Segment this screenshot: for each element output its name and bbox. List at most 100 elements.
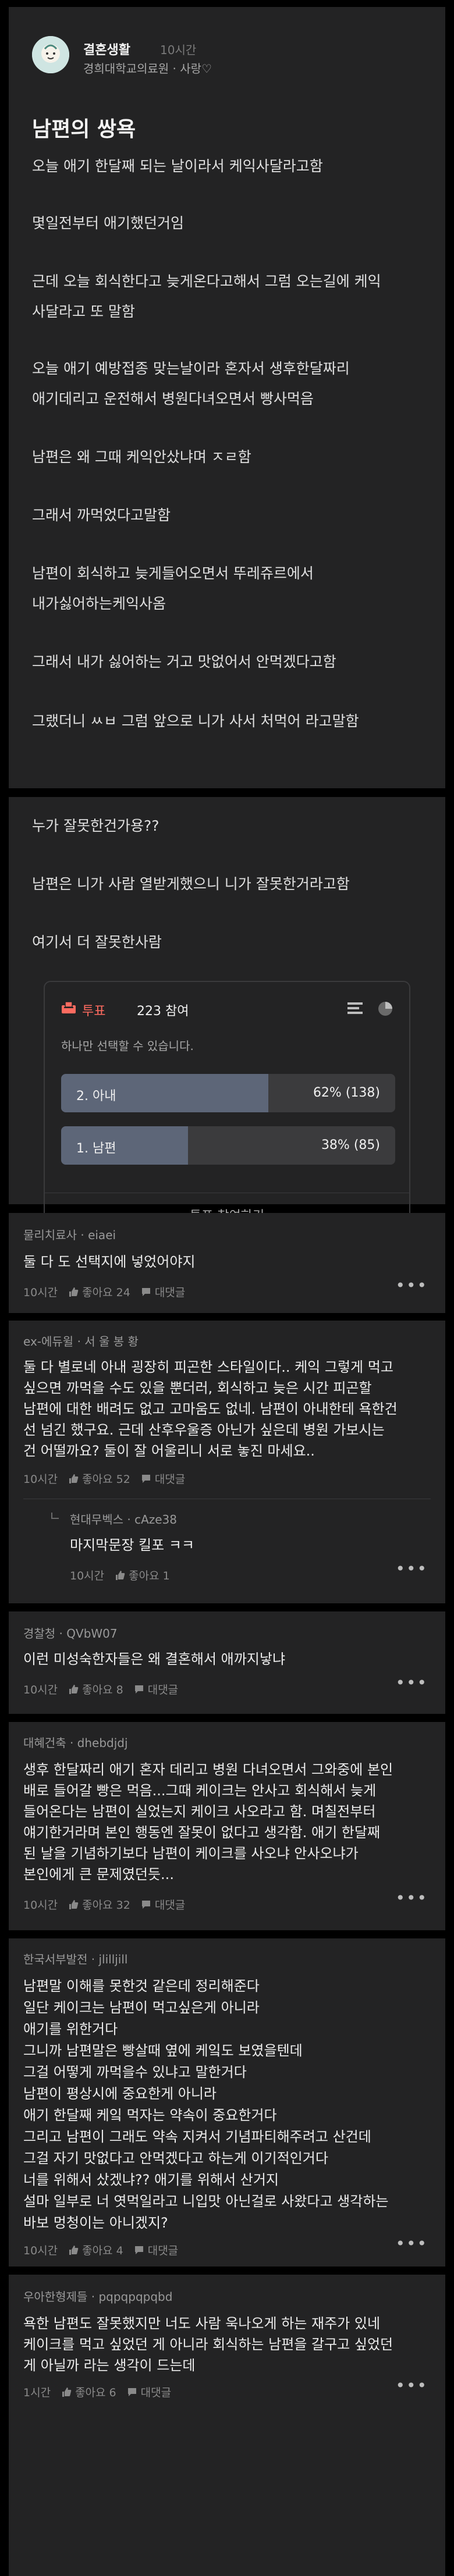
poll: 투표 223 참여 하나만 선택할 수 있습니다. 2. 아내 62% (138…	[44, 981, 410, 1239]
comment-card: 경찰청 · QVbW07 이런 미성숙한자들은 왜 결혼해서 애까지낳냐 10시…	[9, 1611, 445, 1714]
comment-card: 물리치료사 · eiaei 둘 다 도 선택지에 넣었어야지 10시간 좋아요 …	[9, 1213, 445, 1313]
reply-button[interactable]: 대댓글	[141, 2384, 171, 2400]
question-card: 누가 잘못한건가용?? 남편은 니가 사람 열받게했으니 니가 잘못한거라고함 …	[9, 797, 445, 1239]
reply-button[interactable]: 대댓글	[148, 2242, 178, 2258]
post-body-line: 남편은 왜 그때 케익안샀냐며 ㅈㄹ함	[32, 449, 251, 465]
comment-text: 둘 다 별로네 아내 굉장히 피곤한 스타일이다.. 케익 그렇게 먹고	[23, 1359, 393, 1375]
author-name[interactable]: 결혼생활	[83, 40, 130, 58]
reply-button[interactable]: 대댓글	[155, 1284, 185, 1300]
poll-note: 하나만 선택할 수 있습니다.	[61, 1039, 194, 1053]
comment-text: 너를 위해서 샀겠냐?? 애기를 위해서 산거지	[23, 2172, 279, 2188]
comment-card: ex-에듀윌 · 서 울 봉 황 둘 다 별로네 아내 굉장히 피곤한 스타일이…	[9, 1321, 445, 1603]
comment-meta[interactable]: 물리치료사 · eiaei	[23, 1226, 116, 1243]
thumbs-up-icon[interactable]	[61, 2387, 72, 2397]
post-body-line: 근데 오늘 회식한다고 늦게온다고해서 그럼 오는길에 케익	[32, 273, 381, 290]
comment-text: 이런 미성숙한자들은 왜 결혼해서 애까지낳냐	[23, 1651, 286, 1667]
reply-meta[interactable]: 현대무벡스 · cAze38	[70, 1510, 177, 1527]
like-count[interactable]: 좋아요 32	[82, 1897, 130, 1912]
comment-footer: 10시간 좋아요 8 대댓글	[23, 1681, 178, 1697]
comment-bubble-icon[interactable]	[134, 2245, 144, 2255]
comment-text: 그니까 남편말은 빵살때 옆에 케잌도 보였을텐데	[23, 2043, 303, 2059]
comment-text: 욕한 남편도 잘못했지만 너도 사람 욱나오게 하는 재주가 있네	[23, 2315, 381, 2332]
comment-text: 선 넘긴 했구요. 근데 산후우울증 아닌가 싶은데 병원 가보시는	[23, 1422, 385, 1438]
thumbs-up-icon[interactable]	[68, 2245, 79, 2255]
comment-card: 대혜건축 · dhebdjdj 생후 한달짜리 애기 혼자 데리고 병원 다녀오…	[9, 1722, 445, 1930]
like-count[interactable]: 좋아요 4	[82, 2242, 123, 2258]
poll-option[interactable]: 1. 남편 38% (85)	[61, 1126, 395, 1165]
comment-text: 그리고 남편이 그래도 약속 지켜서 기념파티해주려고 산건데	[23, 2129, 371, 2145]
comment-text: 남편이 평상시에 중요한게 아니라	[23, 2086, 217, 2102]
thumbs-up-icon[interactable]	[68, 1474, 79, 1484]
post-body-line: 오늘 애기 예방접종 맞는날이라 혼자서 생후한달짜리	[32, 360, 350, 377]
comment-text: 남편에 대한 배려도 없고 고마움도 없네. 남편이 아내한테 욕한건	[23, 1401, 398, 1417]
comment-text: 일단 케이크는 남편이 먹고싶은게 아니라	[23, 1999, 260, 2016]
post-body-line: 남편이 회식하고 늦게들어오면서 뚜레쥬르에서	[32, 565, 314, 582]
comment-text: 본인에게 큰 문제였던듯...	[23, 1866, 174, 1883]
reply-button[interactable]: 대댓글	[155, 1897, 185, 1912]
comment-card: 우아한형제들 · pqpqpqpqbd 욕한 남편도 잘못했지만 너도 사람 욱…	[9, 2275, 445, 2576]
comment-text: 케이크를 먹고 싶었던 게 아니라 회식하는 남편을 갈구고 싶었던	[23, 2336, 393, 2353]
comment-bubble-icon[interactable]	[141, 1899, 151, 1910]
post-body-line: 오늘 애기 한달째 되는 날이라서 케익사달라고함	[32, 158, 323, 175]
post-body-line: 그래서 내가 싫어하는 거고 맛없어서 안먹겠다고함	[32, 653, 336, 670]
comment-text: 배로 들어갈 빵은 먹음...그때 케이크는 안사고 회식해서 늦게	[23, 1782, 377, 1799]
more-dots-icon[interactable]: •••	[395, 1276, 428, 1295]
comment-text: 그걸 어떻게 까먹을수 있냐고 말한거다	[23, 2064, 247, 2080]
comment-footer: 10시간 좋아요 32 대댓글	[23, 1897, 185, 1912]
comment-bubble-icon[interactable]	[134, 1684, 144, 1695]
thumbs-up-icon[interactable]	[68, 1684, 79, 1695]
more-dots-icon[interactable]: •••	[395, 1559, 428, 1578]
comment-footer: 1시간 좋아요 6 대댓글	[23, 2384, 171, 2400]
like-count[interactable]: 좋아요 1	[129, 1567, 170, 1583]
comment-footer: 10시간 좋아요 24 대댓글	[23, 1284, 185, 1300]
pie-chart-icon[interactable]	[378, 1001, 393, 1016]
poll-option[interactable]: 2. 아내 62% (138)	[61, 1074, 395, 1112]
more-dots-icon[interactable]: •••	[395, 2234, 428, 2253]
comment-time: 10시간	[23, 1286, 58, 1299]
comment-meta[interactable]: 우아한형제들 · pqpqpqpqbd	[23, 2287, 172, 2304]
comment-time: 10시간	[23, 1473, 58, 1486]
reply-text: 마지막문장 킬포 ㅋㅋ	[70, 1537, 194, 1553]
thumbs-up-icon[interactable]	[68, 1899, 79, 1910]
post-body-line: 애기데리고 운전해서 병원다녀오면서 빵사먹음	[32, 390, 314, 407]
like-count[interactable]: 좋아요 24	[82, 1284, 130, 1300]
like-count[interactable]: 좋아요 52	[82, 1471, 130, 1486]
comment-meta[interactable]: 한국서부발전 · jlilljill	[23, 1950, 127, 1967]
like-count[interactable]: 좋아요 6	[75, 2384, 116, 2400]
question-line: 누가 잘못한건가용??	[32, 817, 159, 834]
thumbs-up-icon[interactable]	[115, 1570, 125, 1581]
poll-option-percent: 38% (85)	[321, 1138, 380, 1152]
comment-text: 들어온다는 남편이 실었는지 케이크 사오라고 함. 며칠전부터	[23, 1803, 376, 1820]
post-body-line: 내가싫어하는케익사옴	[32, 595, 166, 612]
ballot-box-icon	[62, 1001, 76, 1013]
post-card: 결혼생활 10시간 경희대학교의료원 · 사랑♡ 남편의 쌍욕 오늘 애기 한달…	[9, 7, 445, 788]
board-name[interactable]: 경희대학교의료원 · 사랑♡	[83, 59, 212, 76]
reply-time: 10시간	[70, 1570, 105, 1582]
comment-text: 생후 한달짜리 애기 혼자 데리고 병원 다녀오면서 그와중에 본인	[23, 1762, 393, 1778]
more-dots-icon[interactable]: •••	[395, 1673, 428, 1692]
comment-text: 건 어떨까요? 둘이 잘 어울리니 서로 놓진 마세요..	[23, 1443, 315, 1459]
comment-text: 게 아닐까 라는 생각이 드는데	[23, 2357, 196, 2374]
avatar[interactable]	[32, 36, 69, 73]
reply-button[interactable]: 대댓글	[148, 1681, 178, 1697]
comment-meta[interactable]: ex-에듀윌 · 서 울 봉 황	[23, 1332, 139, 1349]
comment-bubble-icon[interactable]	[127, 2387, 137, 2397]
poll-option-label: 1. 남편	[76, 1141, 116, 1156]
comment-text: 얘기한거라며 본인 행동엔 잘못이 없다고 생각함. 애기 한달째	[23, 1824, 381, 1841]
comment-bubble-icon[interactable]	[141, 1287, 151, 1297]
post-time: 10시간	[160, 43, 197, 57]
comment-text: 바보 멍청이는 아니겠지?	[23, 2215, 168, 2231]
more-dots-icon[interactable]: •••	[395, 1888, 428, 1908]
more-dots-icon[interactable]: •••	[395, 2376, 428, 2395]
reply-button[interactable]: 대댓글	[155, 1471, 185, 1486]
post-body-line: 사달라고 또 말함	[32, 303, 135, 320]
thumbs-up-icon[interactable]	[68, 1287, 79, 1297]
like-count[interactable]: 좋아요 8	[82, 1681, 123, 1697]
comment-time: 10시간	[23, 1684, 58, 1696]
comment-meta[interactable]: 경찰청 · QVbW07	[23, 1624, 118, 1641]
comment-meta[interactable]: 대혜건축 · dhebdjdj	[23, 1734, 128, 1750]
comment-bubble-icon[interactable]	[141, 1474, 151, 1484]
comment-time: 1시간	[23, 2386, 51, 2399]
bar-chart-icon[interactable]	[347, 1002, 363, 1015]
post-title: 남편의 쌍욕	[32, 118, 136, 141]
